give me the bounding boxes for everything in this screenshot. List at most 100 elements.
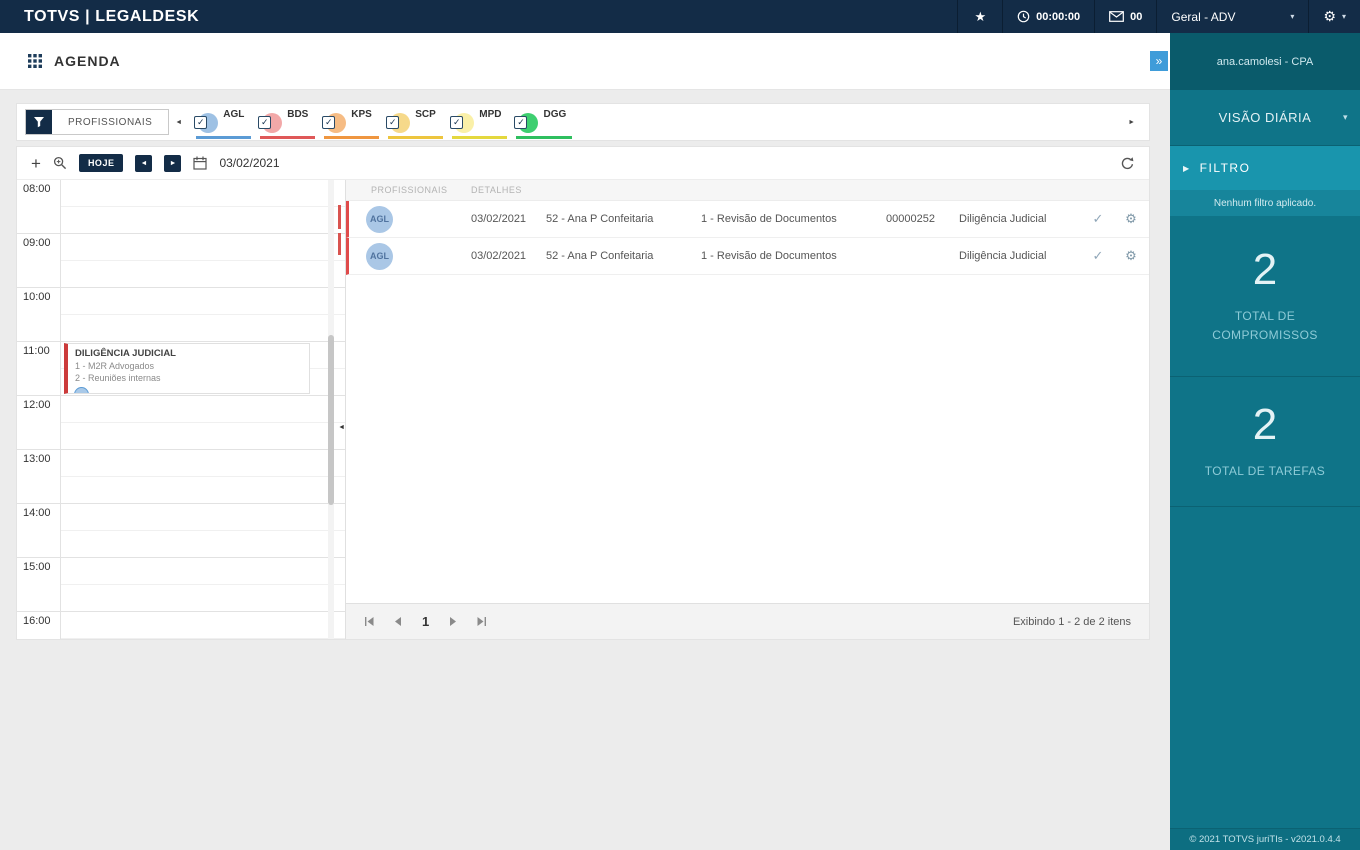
professional-chip-kps[interactable]: ✓ KPS (322, 109, 380, 139)
chevron-down-icon: ▾ (1342, 112, 1348, 122)
office-selector[interactable]: Geral - ADV ▾ (1156, 0, 1308, 33)
avatar: AGL (366, 205, 393, 233)
current-date[interactable]: 03/02/2021 (219, 156, 279, 170)
calendar-slot[interactable] (61, 396, 345, 449)
professional-chip-scp[interactable]: ✓ SCP (386, 109, 444, 139)
appointment-list: PROFISSIONAIS DETALHES AGL 03/02/2021 52… (346, 180, 1149, 639)
time-label: 16:00 (17, 612, 61, 639)
list-empty-area (346, 275, 1149, 603)
time-label: 15:00 (17, 558, 61, 611)
professional-chip-dgg[interactable]: ✓ DGG (514, 109, 573, 139)
refresh-icon[interactable] (1120, 156, 1135, 171)
calendar-scrollbar-thumb[interactable] (328, 335, 334, 505)
previous-day-button[interactable]: ◄ (135, 154, 153, 172)
app-root: TOTVS | LEGALDESK ★ 00:00:00 00 Geral - … (0, 0, 1360, 850)
search-icon[interactable] (53, 156, 67, 170)
last-page-button[interactable] (476, 616, 487, 627)
checkbox-icon[interactable]: ✓ (322, 116, 336, 129)
sidebar-expand-button[interactable]: » (1150, 51, 1168, 71)
time-label: 14:00 (17, 504, 61, 557)
view-selector[interactable]: VISÃO DIÁRIA ▾ (1170, 90, 1360, 146)
column-header: PROFISSIONAIS (371, 185, 448, 195)
chip-label: DGG (543, 109, 567, 120)
event-detail: 2 - Reuniões internas (75, 373, 161, 383)
calendar-slot[interactable] (61, 558, 345, 611)
gear-icon[interactable]: ⚙ (1113, 248, 1149, 264)
cell-number: 00000252 (886, 213, 935, 225)
calendar-slot[interactable] (61, 234, 345, 287)
calendar-slot[interactable] (61, 180, 345, 233)
check-icon[interactable]: ✓ (1083, 211, 1113, 227)
calendar-row: 09:00 (17, 234, 345, 288)
table-row[interactable]: AGL 03/02/2021 52 - Ana P Confeitaria 1 … (346, 238, 1149, 275)
professional-chip-bds[interactable]: ✓ BDS (258, 109, 316, 139)
time-label: 12:00 (17, 396, 61, 449)
mail-button[interactable]: 00 (1094, 0, 1156, 33)
first-page-button[interactable] (364, 616, 375, 627)
chevron-down-icon: ▾ (1290, 12, 1295, 21)
avatar: ✓ (450, 113, 475, 133)
table-row[interactable]: AGL 03/02/2021 52 - Ana P Confeitaria 1 … (346, 201, 1149, 238)
calendar-row: 14:00 (17, 504, 345, 558)
professionals-filter-label: PROFISSIONAIS (68, 116, 153, 128)
account-label: ana.camolesi - CPA (1170, 33, 1360, 90)
today-button[interactable]: HOJE (78, 154, 124, 172)
filter-section-toggle[interactable]: ▶ FILTRO (1170, 146, 1360, 190)
calendar-slot[interactable] (61, 612, 345, 639)
list-header: PROFISSIONAIS DETALHES (346, 180, 1149, 201)
next-page-button[interactable] (447, 616, 458, 627)
pagination-summary: Exibindo 1 - 2 de 2 itens (1012, 615, 1131, 628)
calendar-row: 13:00 (17, 450, 345, 504)
professional-chip-agl[interactable]: ✓ AGL (194, 109, 252, 139)
checkbox-icon[interactable]: ✓ (258, 116, 272, 129)
chips-scroll-left-button[interactable]: ◄ (169, 119, 188, 126)
previous-page-button[interactable] (393, 616, 404, 627)
next-day-button[interactable]: ► (164, 154, 182, 172)
calendar-icon[interactable] (193, 156, 208, 170)
avatar: ✓ (258, 113, 283, 133)
calendar-row: 10:00 (17, 288, 345, 342)
add-appointment-button[interactable]: + (31, 155, 41, 172)
professional-chip-mpd[interactable]: ✓ MPD (450, 109, 508, 139)
calendar-slot[interactable] (61, 288, 345, 341)
summary-sidebar: ana.camolesi - CPA VISÃO DIÁRIA ▾ ▶ FILT… (1170, 33, 1360, 850)
calendar-slot[interactable] (61, 504, 345, 557)
current-page: 1 (422, 614, 430, 629)
time-label: 09:00 (17, 234, 61, 287)
arrow-right-icon: ▶ (1183, 163, 1191, 173)
timer-button[interactable]: 00:00:00 (1002, 0, 1094, 33)
app-logo: TOTVS | LEGALDESK (24, 7, 200, 25)
time-label: 13:00 (17, 450, 61, 503)
checkbox-icon[interactable]: ✓ (514, 116, 528, 129)
gear-icon: ⚙ (1323, 8, 1336, 24)
office-selector-value: Geral - ADV (1171, 9, 1236, 24)
checkbox-icon[interactable]: ✓ (450, 116, 464, 129)
clock-icon (1017, 10, 1030, 23)
favorites-button[interactable]: ★ (957, 0, 1002, 33)
event-detail: 1 - M2R Advogados (75, 361, 155, 371)
splitter-collapse-handle[interactable]: ◄ (338, 424, 345, 431)
chips-scroll-right-button[interactable]: ► (1122, 119, 1141, 126)
professional-chips: ✓ AGL ✓ BDS ✓ KPS ✓ SCP ✓ MPD ✓ DGG (194, 105, 573, 139)
time-label: 10:00 (17, 288, 61, 341)
stat-value: 2 (1252, 399, 1278, 449)
stat-compromissos: 2 TOTAL DE COMPROMISSOS (1170, 216, 1360, 377)
checkbox-icon[interactable]: ✓ (386, 116, 400, 129)
agenda-panel: PROFISSIONAIS ◄ ✓ AGL ✓ BDS ✓ KPS ✓ SCP … (16, 103, 1150, 640)
chip-label: AGL (223, 109, 245, 120)
professionals-filter-button[interactable]: PROFISSIONAIS (25, 109, 170, 135)
gear-icon[interactable]: ⚙ (1113, 211, 1149, 227)
stat-label: TOTAL DE TAREFAS (1204, 463, 1326, 478)
calendar-slot[interactable] (61, 450, 345, 503)
check-icon[interactable]: ✓ (1083, 248, 1113, 264)
stat-value: 2 (1252, 244, 1278, 294)
settings-button[interactable]: ⚙ ▾ (1308, 0, 1360, 33)
professionals-bar: PROFISSIONAIS ◄ ✓ AGL ✓ BDS ✓ KPS ✓ SCP … (16, 103, 1150, 141)
checkbox-icon[interactable]: ✓ (194, 116, 208, 129)
calendar-row: 12:00 (17, 396, 345, 450)
cell-client: 52 - Ana P Confeitaria (546, 250, 654, 262)
calendar-event[interactable]: DILIGÊNCIA JUDICIAL 1 - M2R Advogados 2 … (64, 343, 310, 394)
scheduler-panel: + HOJE ◄ ► 03/02/2021 08:00 09:00 10:00 … (16, 146, 1150, 640)
grid-icon (28, 54, 42, 68)
scheduler-body: 08:00 09:00 10:00 11:00 12:00 13:00 14:0… (17, 179, 1149, 639)
